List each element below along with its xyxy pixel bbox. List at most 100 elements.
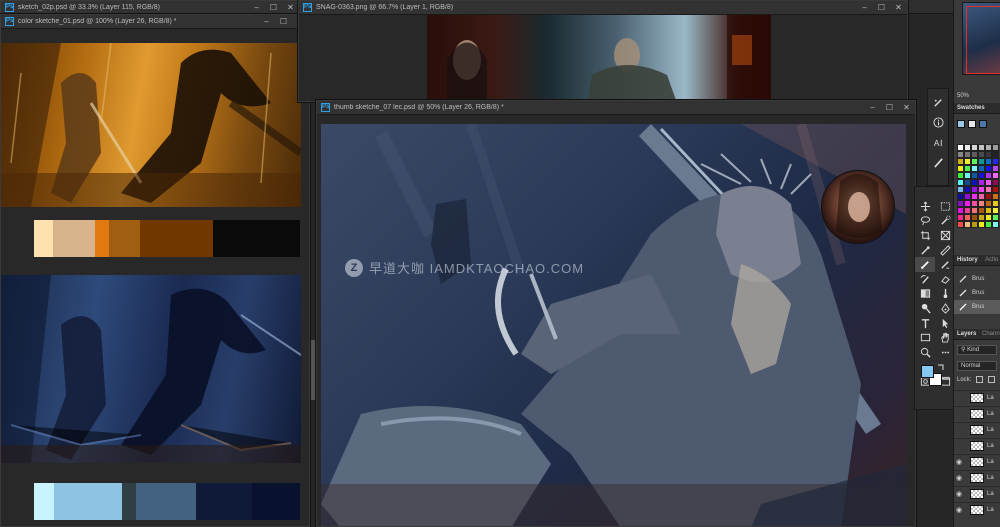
quick-select-icon[interactable] (935, 214, 955, 229)
swatch-cell[interactable] (992, 151, 999, 158)
tab-swatches[interactable]: Swatches (957, 105, 985, 111)
layer-row[interactable]: ◉ La (954, 502, 1000, 516)
smudge-tool-icon[interactable] (935, 287, 955, 302)
titlebar-color01[interactable]: Ps color sketche_01.psd @ 100% (Layer 26… (1, 15, 309, 29)
swatch-cell[interactable] (985, 193, 992, 200)
visibility-eye-icon[interactable]: ◉ (954, 490, 964, 498)
swatch-cell[interactable] (971, 200, 978, 207)
swatch-cell[interactable] (964, 151, 971, 158)
swatch-cell[interactable] (985, 200, 992, 207)
swatch-cell[interactable] (992, 186, 999, 193)
recent-swatch[interactable] (979, 120, 987, 128)
window-color01[interactable]: Ps color sketche_01.psd @ 100% (Layer 26… (0, 14, 310, 527)
swatch-cell[interactable] (971, 172, 978, 179)
swatch-cell[interactable] (957, 179, 964, 186)
navigator-view-box[interactable] (966, 6, 1000, 74)
lasso-tool-icon[interactable] (915, 214, 935, 229)
swatch-cell[interactable] (957, 221, 964, 228)
brush-settings-icon[interactable] (930, 95, 946, 109)
swatch-cell[interactable] (992, 193, 999, 200)
titlebar-thumb07[interactable]: Ps thumb sketche_07 lec.psd @ 50% (Layer… (317, 101, 915, 115)
layer-row[interactable]: ◉ La (954, 486, 1000, 500)
marquee-tool-icon[interactable] (935, 199, 955, 214)
window-thumb07[interactable]: Ps thumb sketche_07 lec.psd @ 50% (Layer… (316, 100, 916, 527)
more-tools-icon[interactable] (935, 345, 955, 360)
swatch-cell[interactable] (992, 172, 999, 179)
swatch-cell[interactable] (978, 172, 985, 179)
eyedropper-icon[interactable] (915, 243, 935, 258)
swatch-cell[interactable] (978, 214, 985, 221)
swatch-cell[interactable] (985, 172, 992, 179)
type-tool-icon[interactable] (915, 316, 935, 331)
minimize-button[interactable]: – (252, 2, 261, 13)
swatch-cell[interactable] (964, 172, 971, 179)
swatch-cell[interactable] (992, 221, 999, 228)
swatch-cell[interactable] (985, 179, 992, 186)
maximize-button[interactable]: ☐ (269, 2, 278, 13)
ruler-icon[interactable] (935, 243, 955, 258)
document-canvas-color01[interactable] (1, 29, 309, 526)
crop-tool-icon[interactable] (915, 228, 935, 243)
swatch-cell[interactable] (978, 207, 985, 214)
hand-tool-icon[interactable] (935, 330, 955, 345)
swatch-cell[interactable] (964, 158, 971, 165)
swatch-cell[interactable] (978, 221, 985, 228)
swatch-cell[interactable] (978, 165, 985, 172)
swatches-grid[interactable] (957, 144, 1000, 228)
move-tool-icon[interactable] (915, 199, 935, 214)
layer-row[interactable]: La (954, 422, 1000, 436)
swatch-cell[interactable] (964, 200, 971, 207)
visibility-eye-icon[interactable]: ◉ (954, 458, 964, 466)
recent-swatch[interactable] (957, 120, 965, 128)
maximize-button[interactable]: ☐ (885, 102, 894, 113)
swatch-cell[interactable] (971, 144, 978, 151)
visibility-eye-icon[interactable]: ◉ (954, 506, 964, 514)
layer-filter-kind[interactable]: ⚲ Kind (957, 345, 997, 355)
layer-row[interactable]: La (954, 390, 1000, 404)
swatch-cell[interactable] (992, 200, 999, 207)
swatch-cell[interactable] (957, 186, 964, 193)
zoom-tool-icon[interactable] (915, 345, 935, 360)
lock-pixels-icon[interactable] (988, 376, 995, 383)
tab-actions[interactable]: Actio (985, 257, 998, 263)
navigator-zoom[interactable]: 50% (957, 93, 969, 99)
swatch-cell[interactable] (957, 193, 964, 200)
swatch-cell[interactable] (992, 165, 999, 172)
swatch-cell[interactable] (971, 221, 978, 228)
brush-preset-icon[interactable] (930, 155, 946, 169)
swatch-cell[interactable] (985, 186, 992, 193)
lock-transparent-icon[interactable] (976, 376, 983, 383)
close-button[interactable]: ✕ (902, 102, 911, 113)
history-item-selected[interactable]: Brus (954, 300, 1000, 314)
scrollbar-thumb[interactable] (311, 340, 315, 400)
swatch-cell[interactable] (957, 200, 964, 207)
swatch-cell[interactable] (992, 158, 999, 165)
rectangle-tool-icon[interactable] (915, 330, 935, 345)
swatch-cell[interactable] (957, 172, 964, 179)
layer-row[interactable]: La (954, 438, 1000, 452)
swatch-cell[interactable] (992, 207, 999, 214)
swatch-cell[interactable] (978, 179, 985, 186)
swatch-cell[interactable] (971, 207, 978, 214)
minimize-button[interactable]: – (860, 2, 869, 13)
swatch-cell[interactable] (978, 200, 985, 207)
swatch-cell[interactable] (971, 214, 978, 221)
maximize-button[interactable]: ☐ (877, 2, 886, 13)
swatch-cell[interactable] (978, 144, 985, 151)
mixer-brush-icon[interactable] (935, 257, 955, 272)
swap-colors-icon[interactable] (937, 363, 945, 371)
swatch-cell[interactable] (985, 165, 992, 172)
window-snag[interactable]: Ps SNAG-0363.png @ 66.7% (Layer 1, RGB/8… (298, 0, 908, 102)
swatch-cell[interactable] (992, 179, 999, 186)
swatch-cell[interactable] (978, 193, 985, 200)
swatch-cell[interactable] (971, 186, 978, 193)
visibility-eye-icon[interactable]: ◉ (954, 474, 964, 482)
swatch-cell[interactable] (964, 207, 971, 214)
close-button[interactable]: ✕ (894, 2, 903, 13)
character-icon[interactable]: A (930, 135, 946, 149)
tab-channels[interactable]: Chann (982, 331, 1000, 337)
minimize-button[interactable]: – (262, 16, 271, 27)
close-button[interactable]: ✕ (286, 2, 295, 13)
swatch-cell[interactable] (971, 158, 978, 165)
swatch-cell[interactable] (985, 158, 992, 165)
